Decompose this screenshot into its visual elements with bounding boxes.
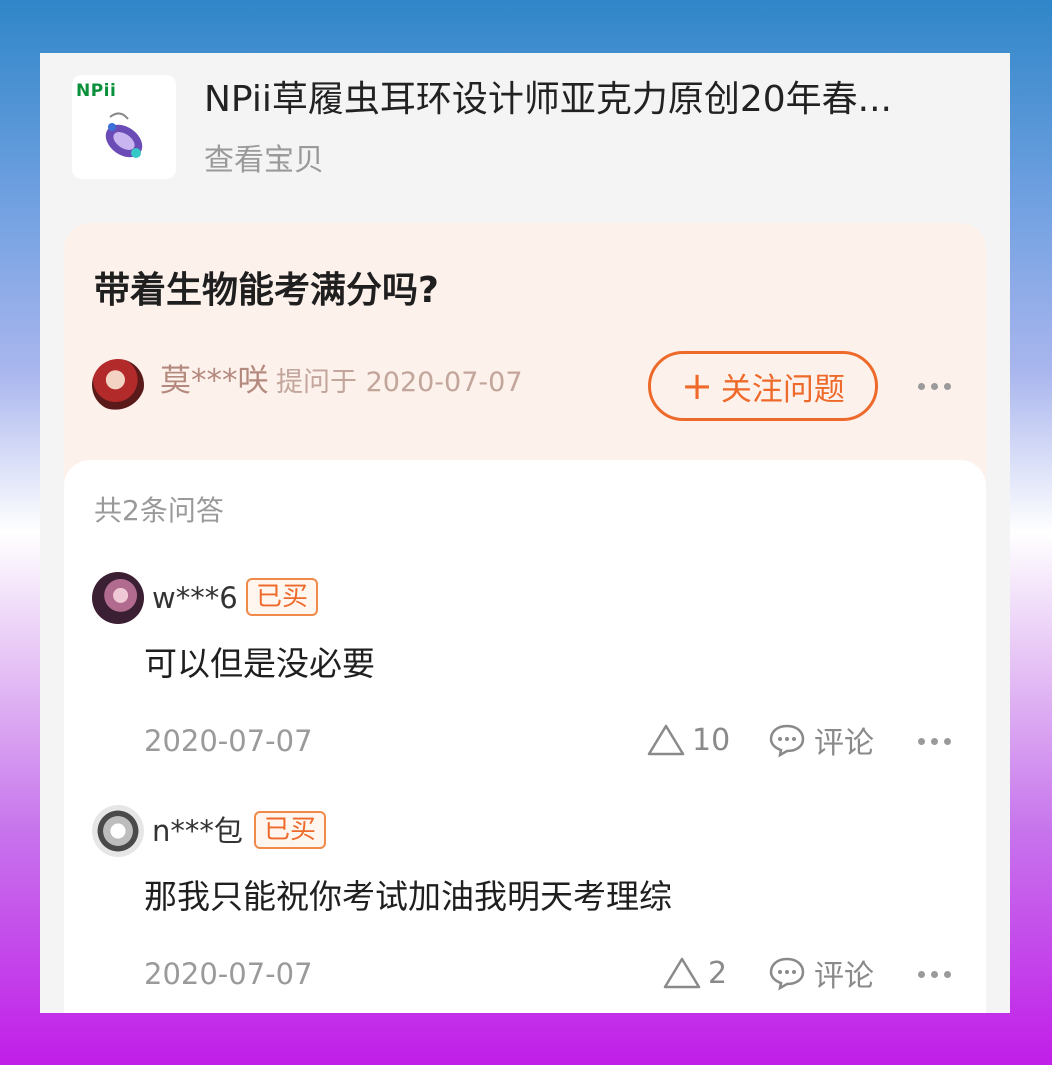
speech-bubble-icon [769,724,805,758]
answer-username[interactable]: w***6 [152,578,238,618]
answer-item: n***包 已买 那我只能祝你考试加油我明天考理综 2020-07-07 2 评… [92,805,972,1013]
more-dots-icon[interactable] [918,738,951,745]
earring-product-icon [105,112,143,158]
answers-count: 共2条问答 [94,494,224,527]
answer-text: 可以但是没必要 [144,644,375,683]
asked-date: 提问于 2020-07-07 [276,367,523,398]
purchased-badge: 已买 [254,811,327,849]
question-text: 带着生物能考满分吗? [94,270,439,311]
follow-question-button[interactable]: + 关注问题 [648,351,878,421]
answer-username[interactable]: n***包 [152,811,243,851]
plus-icon: + [681,364,713,408]
answer-date: 2020-07-07 [144,957,313,991]
answer-text: 那我只能祝你考试加油我明天考理综 [144,877,672,916]
follow-question-label: 关注问题 [720,371,845,408]
like-count: 2 [708,955,728,991]
comment-label: 评论 [814,959,874,994]
triangle-like-icon [663,957,701,989]
like-count: 10 [692,722,731,758]
speech-bubble-icon [769,957,805,991]
product-title[interactable]: NPii草履虫耳环设计师亚克力原创20年春... [204,77,964,123]
answers-panel: 共2条问答 w***6 已买 可以但是没必要 2020-07-07 10 评论 … [64,460,986,1013]
more-dots-icon[interactable] [918,971,951,978]
view-product-link[interactable]: 查看宝贝 [204,141,324,181]
question-card: 带着生物能考满分吗? 莫***咲 提问于 2020-07-07 + 关注问题 共… [64,223,986,1013]
comment-button[interactable]: 评论 [768,953,874,994]
avatar[interactable] [92,572,144,624]
like-button[interactable]: 2 [662,953,727,993]
product-brand-logo: NPii [76,81,117,101]
screen: NPii NPii草履虫耳环设计师亚克力原创20年春... 查看宝贝 带着生物能… [40,53,1010,1013]
comment-label: 评论 [814,726,874,761]
like-button[interactable]: 10 [646,720,730,760]
triangle-like-icon [647,724,685,756]
asker-avatar[interactable] [92,359,144,411]
asker-row: 莫***咲 提问于 2020-07-07 + 关注问题 [92,351,972,421]
product-thumbnail[interactable]: NPii [72,75,176,179]
purchased-badge: 已买 [246,578,319,616]
product-header[interactable]: NPii NPii草履虫耳环设计师亚克力原创20年春... 查看宝贝 [72,73,982,183]
comment-button[interactable]: 评论 [768,720,874,761]
answer-item: w***6 已买 可以但是没必要 2020-07-07 10 评论 [92,572,972,792]
more-dots-icon[interactable] [918,383,951,390]
answer-date: 2020-07-07 [144,724,313,758]
asker-name[interactable]: 莫***咲 [160,361,269,401]
avatar[interactable] [92,805,144,857]
